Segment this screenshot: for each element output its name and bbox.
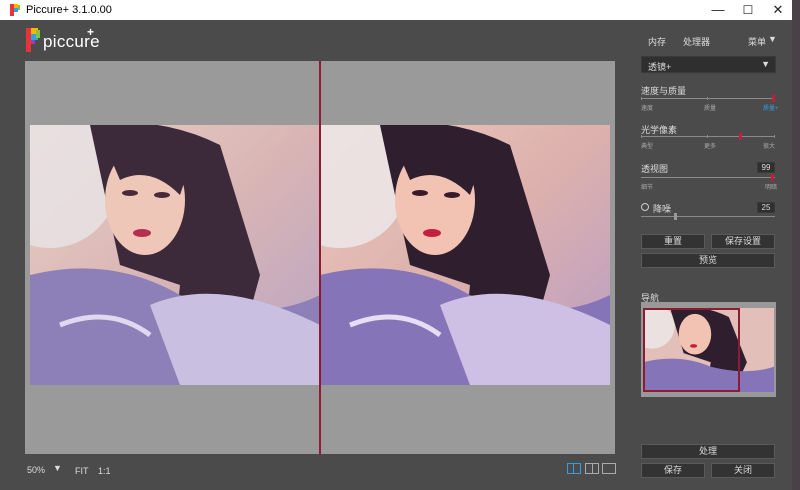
lens-map-knob[interactable]	[771, 174, 774, 181]
save-button[interactable]: 保存	[641, 463, 705, 478]
processor-menu[interactable]: 处理器	[683, 35, 710, 48]
zoom-level[interactable]: 50%	[27, 465, 45, 475]
title-bar: Piccure+ 3.1.0.00 — ☐ ✕	[0, 0, 792, 20]
process-button[interactable]: 处理	[641, 444, 775, 459]
menu-caret-icon[interactable]: ▼	[768, 34, 777, 44]
navigator-panel[interactable]	[641, 302, 776, 397]
reset-button[interactable]: 重置	[641, 234, 705, 249]
chevron-down-icon: ▼	[761, 59, 770, 69]
processed-image	[320, 125, 610, 385]
main-menu[interactable]: 菜单	[748, 35, 766, 48]
settings-panel: 内存 处理器 菜单 ▼ 透镜+ ▼ 速度与质量 速度 质量 质量+ 光学像素 典…	[631, 26, 792, 490]
more-label: 更多	[704, 144, 717, 150]
minimize-button[interactable]: —	[703, 0, 733, 20]
split-divider-handle[interactable]	[319, 61, 321, 454]
denoise-radio[interactable]	[641, 203, 649, 211]
zoom-dropdown-icon[interactable]: ▼	[53, 463, 62, 473]
filter-select[interactable]: 透镜+ ▼	[641, 56, 776, 73]
optical-pixel-label: 光学像素	[641, 125, 678, 135]
typical-label: 典型	[641, 144, 654, 150]
filter-select-value: 透镜+	[648, 62, 672, 72]
logo-mark-icon	[26, 28, 40, 52]
app-window: Piccure+ 3.1.0.00 — ☐ ✕ piccure + 50% ▼ …	[0, 0, 792, 490]
close-window-button[interactable]: ✕	[763, 0, 792, 20]
side-by-side-view-icon[interactable]	[585, 463, 599, 474]
memory-menu[interactable]: 内存	[648, 35, 666, 48]
denoise-value[interactable]: 25	[757, 202, 775, 213]
speed-quality-label: 速度与质量	[641, 86, 687, 96]
quality-plus-label: 质量+	[763, 106, 779, 112]
lens-map-value[interactable]: 99	[757, 162, 775, 173]
lens-map-slider[interactable]	[641, 174, 775, 181]
optical-pixel-knob[interactable]	[739, 133, 742, 140]
portrait-processed-image	[320, 125, 610, 385]
speed-label: 速度	[641, 106, 654, 112]
save-settings-button[interactable]: 保存设置	[711, 234, 775, 249]
denoise-label: 降噪	[653, 204, 672, 214]
status-bar: 50% ▼ FIT 1:1	[25, 460, 616, 480]
window-title: Piccure+ 3.1.0.00	[26, 4, 112, 16]
navigator-thumbnail	[643, 308, 774, 392]
preview-button[interactable]: 预览	[641, 253, 775, 268]
optical-pixel-slider[interactable]	[641, 133, 775, 140]
denoise-knob[interactable]	[674, 213, 677, 220]
close-button[interactable]: 关闭	[711, 463, 775, 478]
lens-map-label: 透视图	[641, 164, 669, 174]
app-icon	[10, 4, 20, 16]
contrast-label: 明暗	[765, 185, 778, 191]
split-view-icon[interactable]	[567, 463, 581, 474]
large-label: 很大	[763, 144, 776, 150]
detail-label: 细节	[641, 185, 654, 191]
fit-button[interactable]: FIT	[75, 466, 89, 476]
single-view-icon[interactable]	[602, 463, 616, 474]
navigator-viewport-frame[interactable]	[643, 308, 740, 392]
original-image	[30, 125, 320, 385]
logo-plus: +	[87, 25, 95, 39]
one-to-one-button[interactable]: 1:1	[98, 466, 111, 476]
desktop-background-strip	[792, 0, 800, 490]
portrait-original-image	[30, 125, 320, 385]
image-canvas[interactable]	[25, 61, 615, 454]
maximize-button[interactable]: ☐	[733, 0, 763, 20]
speed-quality-knob[interactable]	[772, 95, 775, 102]
denoise-slider[interactable]	[641, 213, 775, 220]
speed-quality-slider[interactable]	[641, 95, 775, 102]
quality-label: 质量	[704, 106, 717, 112]
